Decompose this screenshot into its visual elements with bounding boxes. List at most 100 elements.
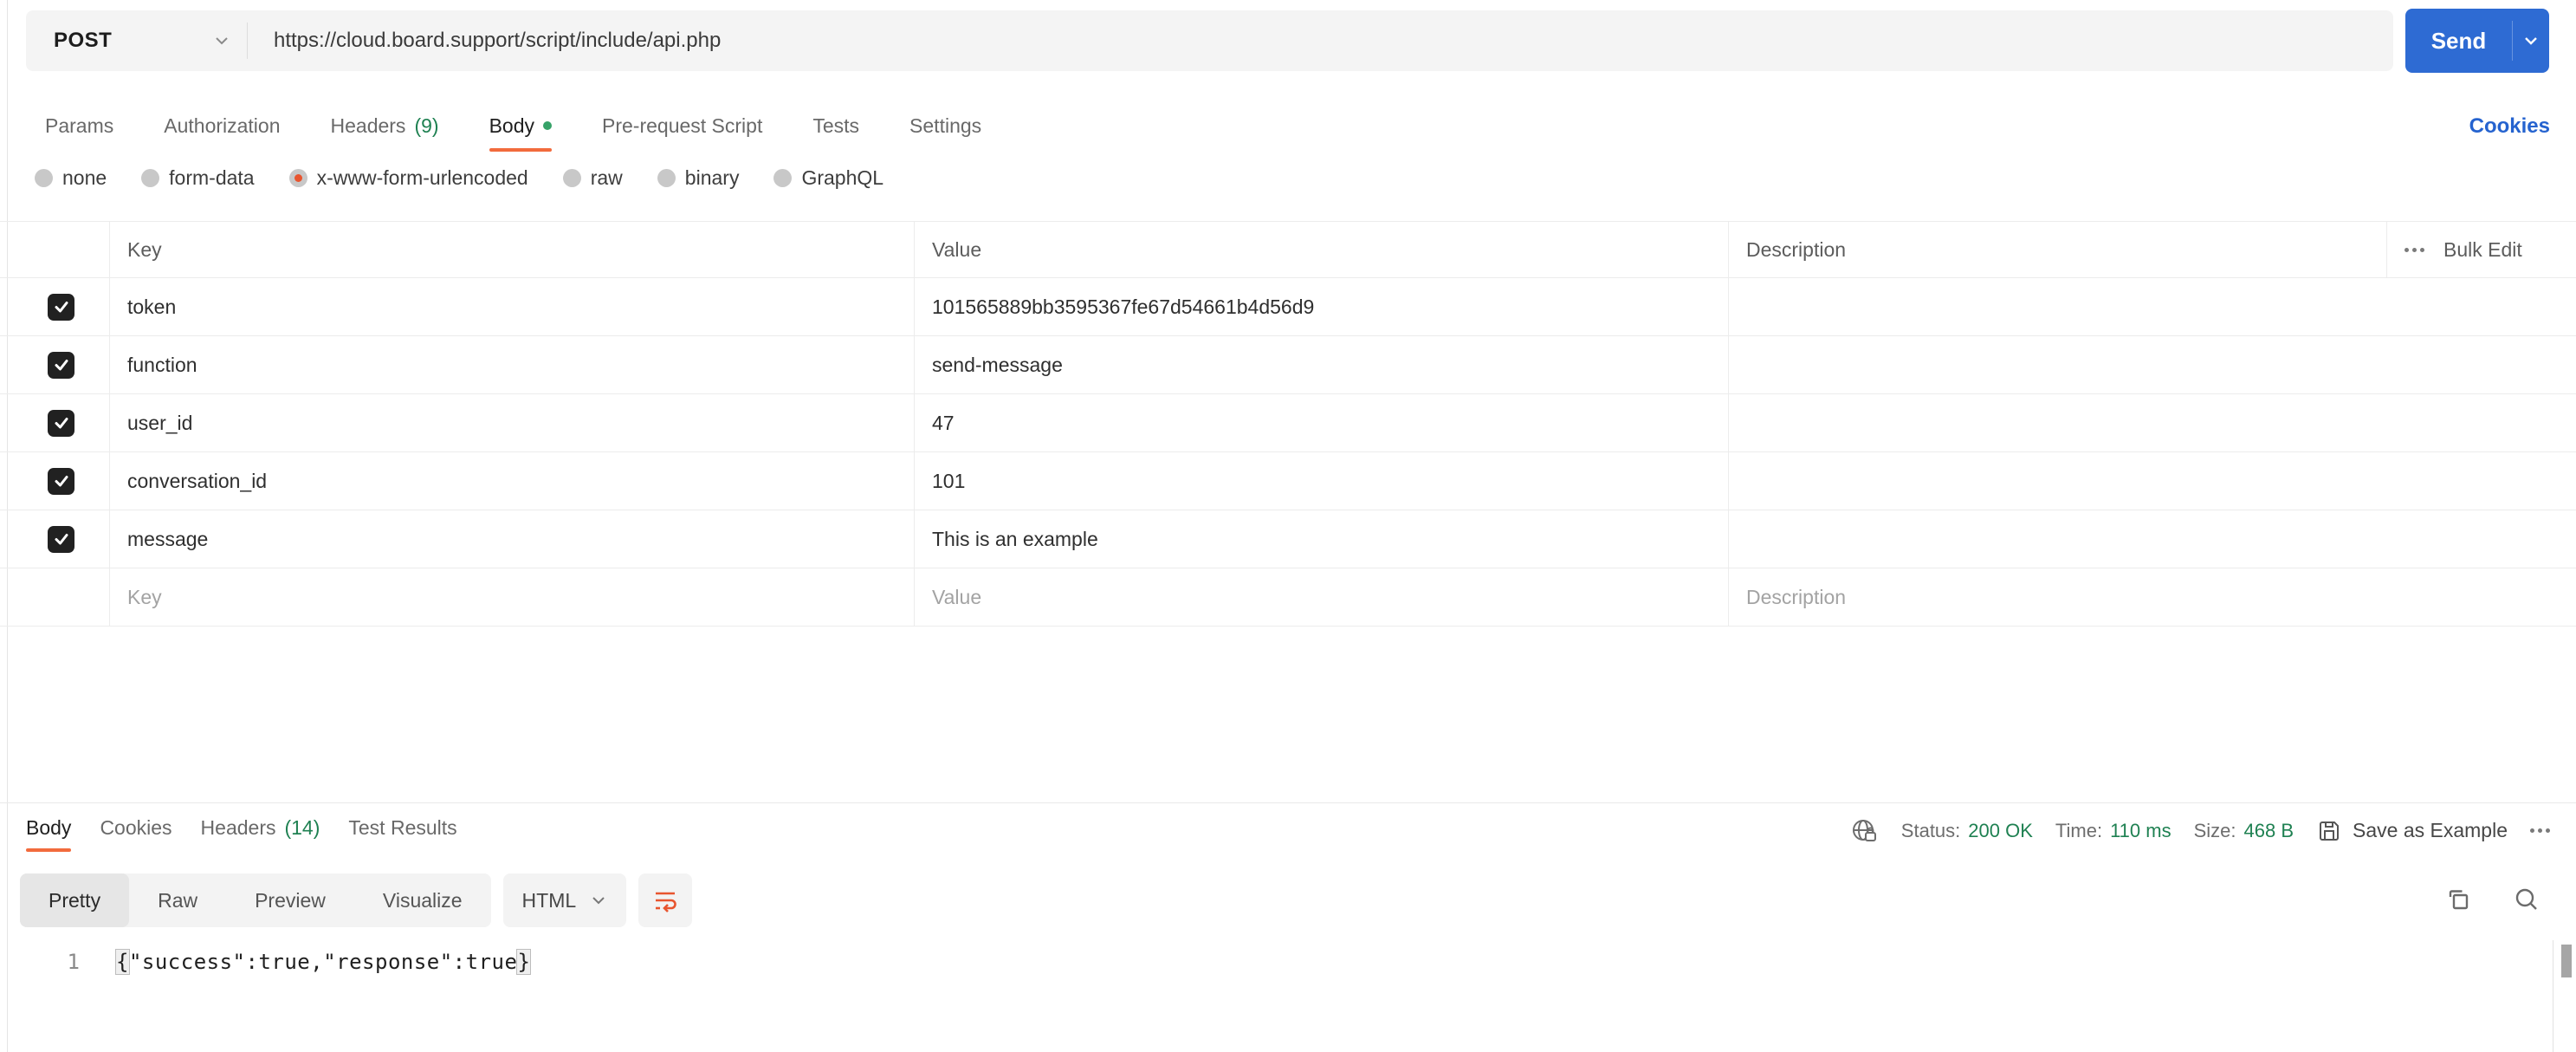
response-tab-body[interactable]: Body — [26, 816, 72, 852]
tab-headers[interactable]: Headers (9) — [331, 114, 439, 143]
column-header-key: Key — [109, 222, 914, 277]
line-number: 1 — [67, 950, 80, 974]
wrap-text-button[interactable] — [638, 873, 693, 927]
table-row-message: message This is an example — [0, 510, 2576, 568]
response-body-tools — [2444, 886, 2541, 915]
network-globe-icon[interactable] — [1849, 816, 1879, 846]
response-body-editor[interactable]: 1 {"success":true,"response":true} — [0, 949, 2541, 975]
empty-checkbox-cell — [0, 568, 109, 626]
row-checkbox-checked[interactable] — [48, 525, 74, 553]
param-description[interactable] — [1728, 394, 2386, 451]
param-key[interactable]: message — [109, 510, 914, 568]
cookies-link[interactable]: Cookies — [2469, 114, 2550, 139]
body-type-graphql[interactable]: GraphQL — [773, 166, 883, 190]
json-response-text: {"success":true,"response":true} — [115, 949, 532, 975]
column-header-description: Description — [1728, 222, 2386, 277]
method-label: POST — [54, 29, 113, 52]
bulk-edit-button[interactable]: Bulk Edit — [2443, 238, 2522, 262]
body-type-x-www-form-urlencoded[interactable]: x-www-form-urlencoded — [288, 166, 528, 190]
response-tab-test-results[interactable]: Test Results — [348, 816, 456, 845]
param-description-placeholder[interactable]: Description — [1728, 568, 2386, 626]
param-description[interactable] — [1728, 452, 2386, 510]
radio-icon — [35, 169, 53, 187]
tab-body[interactable]: Body — [489, 114, 553, 152]
param-description[interactable] — [1728, 278, 2386, 335]
postman-request-view: POST Send Params Authorization Headers(9… — [0, 0, 2576, 1052]
send-button-label: Send — [2430, 27, 2487, 54]
param-key[interactable]: function — [109, 336, 914, 393]
response-headers-count: (14) — [284, 816, 320, 839]
param-value[interactable]: 101 — [914, 452, 1728, 510]
tab-tests[interactable]: Tests — [812, 114, 859, 143]
scrollbar-thumb[interactable] — [2561, 945, 2572, 977]
response-tabs: Body Cookies Headers (14) Test Results — [26, 816, 457, 852]
radio-selected-icon — [288, 169, 307, 187]
param-key[interactable]: conversation_id — [109, 452, 914, 510]
radio-icon — [562, 169, 581, 187]
size-badge: Size: 468 B — [2193, 819, 2294, 841]
format-dropdown-value: HTML — [521, 888, 577, 912]
save-as-example-button[interactable]: Save as Example — [2316, 818, 2508, 844]
row-checkbox-checked[interactable] — [48, 467, 74, 495]
chevron-down-icon — [212, 31, 231, 50]
method-selector[interactable]: POST — [26, 29, 247, 53]
response-tab-headers[interactable]: Headers (14) — [201, 816, 320, 845]
status-badge: Status: 200 OK — [1900, 819, 2033, 841]
send-button[interactable]: Send — [2405, 9, 2549, 73]
row-checkbox-checked[interactable] — [48, 351, 74, 379]
body-type-raw[interactable]: raw — [562, 166, 623, 190]
param-value-placeholder[interactable]: Value — [914, 568, 1728, 626]
table-row-conversation-id: conversation_id 101 — [0, 452, 2576, 510]
param-value[interactable]: This is an example — [914, 510, 1728, 568]
search-icon[interactable] — [2512, 886, 2541, 915]
row-actions-cell — [2386, 510, 2576, 568]
code-line: 1 {"success":true,"response":true} — [0, 949, 2541, 975]
more-actions-icon[interactable] — [2404, 247, 2424, 252]
chevron-down-icon — [590, 892, 607, 909]
row-checkbox-checked[interactable] — [48, 409, 74, 437]
tab-settings[interactable]: Settings — [909, 114, 981, 143]
view-tab-raw[interactable]: Raw — [129, 873, 226, 927]
response-toolbar: Pretty Raw Preview Visualize HTML — [20, 873, 2576, 927]
header-checkbox-cell — [0, 222, 109, 277]
view-tab-pretty[interactable]: Pretty — [20, 873, 130, 927]
body-type-binary[interactable]: binary — [657, 166, 739, 190]
param-description[interactable] — [1728, 336, 2386, 393]
param-value[interactable]: 47 — [914, 394, 1728, 451]
tab-params[interactable]: Params — [45, 114, 113, 143]
url-input[interactable] — [248, 10, 2393, 71]
request-url-bar: POST — [26, 10, 2393, 71]
table-row-function: function send-message — [0, 336, 2576, 394]
column-header-value: Value — [914, 222, 1728, 277]
tab-pre-request-script[interactable]: Pre-request Script — [602, 114, 762, 143]
param-key[interactable]: token — [109, 278, 914, 335]
table-row-empty: Key Value Description — [0, 568, 2576, 627]
param-value[interactable]: 101565889bb3595367fe67d54661b4d56d9 — [914, 278, 1728, 335]
request-tabs: Params Authorization Headers (9) Body Pre… — [45, 106, 981, 152]
send-options-chevron-icon[interactable] — [2513, 30, 2549, 51]
format-dropdown[interactable]: HTML — [502, 873, 627, 927]
tab-authorization[interactable]: Authorization — [164, 114, 280, 143]
save-icon — [2316, 818, 2342, 844]
view-tab-visualize[interactable]: Visualize — [354, 873, 491, 927]
table-actions-cell: Bulk Edit — [2386, 222, 2576, 277]
body-type-form-data[interactable]: form-data — [141, 166, 255, 190]
view-tab-preview[interactable]: Preview — [226, 873, 354, 927]
param-key-placeholder[interactable]: Key — [109, 568, 914, 626]
param-key[interactable]: user_id — [109, 394, 914, 451]
response-more-options-icon[interactable] — [2530, 828, 2550, 833]
row-actions-cell — [2386, 278, 2576, 335]
wrap-text-icon — [650, 886, 680, 915]
row-actions-cell — [2386, 452, 2576, 510]
time-badge: Time: 110 ms — [2055, 819, 2171, 841]
row-checkbox-checked[interactable] — [48, 293, 74, 321]
copy-icon[interactable] — [2444, 886, 2474, 915]
body-type-none[interactable]: none — [35, 166, 107, 190]
body-type-selector: none form-data x-www-form-urlencoded raw… — [35, 166, 883, 190]
param-value[interactable]: send-message — [914, 336, 1728, 393]
response-tab-cookies[interactable]: Cookies — [100, 816, 172, 845]
param-description[interactable] — [1728, 510, 2386, 568]
urlencoded-params-table: Key Value Description Bulk Edit token 10… — [0, 221, 2576, 627]
radio-icon — [141, 169, 160, 187]
response-meta: Status: 200 OK Time: 110 ms Size: 468 B — [1849, 816, 2550, 846]
